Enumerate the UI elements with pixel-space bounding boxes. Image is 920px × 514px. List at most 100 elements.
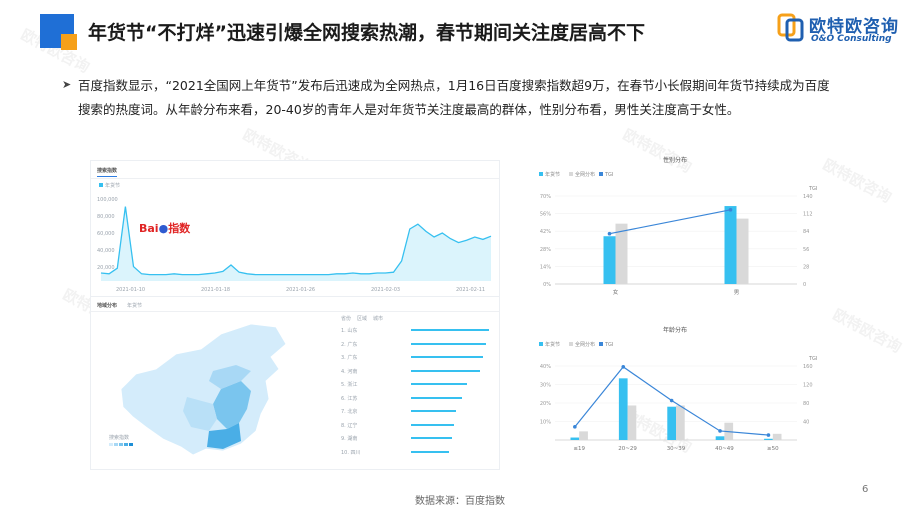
- age-bar-overall: [579, 431, 588, 440]
- region-panel: 地域分布 年货节 搜索指数 省份 区域 城市 1. 山东 2. 广东 3. 广东 4.…: [90, 296, 500, 470]
- age-y-tick: 10%: [540, 420, 551, 426]
- rank-label: 7. 北京: [341, 409, 358, 415]
- watermark: 欧特欧咨询: [819, 155, 895, 207]
- gender-y2-tick: 0: [803, 282, 806, 288]
- age-x-tick: 40~49: [715, 446, 734, 452]
- trend-legend-swatch: [99, 183, 103, 187]
- age-y-tick: 20%: [540, 401, 551, 407]
- age-bar-target: [618, 378, 628, 440]
- gender-x-tick: 女: [613, 288, 619, 296]
- age-y-tick: 30%: [540, 383, 551, 389]
- age-tgi-point: [766, 433, 771, 437]
- age-chart-panel: 年龄分布 年货节 全网分布 TGI TGI 40% 30% 20% 10% 160 120 80 40 ≤…: [525, 322, 825, 474]
- age-tgi-point: [718, 429, 722, 433]
- rank-bar: [411, 410, 457, 412]
- region-divider: [91, 311, 499, 312]
- trend-x-tick: 2021-02-03: [371, 287, 400, 293]
- age-legend-label: 年货节: [545, 341, 560, 348]
- age-tgi-point: [669, 398, 674, 403]
- rank-bar: [411, 342, 486, 345]
- age-x-tick: ≥50: [767, 446, 779, 452]
- age-x-tick: 20~29: [618, 446, 637, 452]
- map-legend-swatch: [124, 443, 128, 446]
- gender-y-tick: 0%: [543, 282, 551, 288]
- gender-y2-tick: 112: [803, 212, 813, 218]
- trend-x-tick: 2021-01-10: [116, 287, 145, 293]
- watermark: 欧特欧咨询: [829, 305, 905, 357]
- age-x-tick: ≤19: [573, 446, 585, 452]
- trend-tab-underline: [97, 176, 117, 177]
- age-tgi-point: [573, 425, 577, 429]
- rank-label: 6. 江苏: [341, 395, 358, 402]
- gender-y-tick: 28%: [540, 247, 551, 253]
- gender-y2-tick: 28: [803, 264, 809, 270]
- age-bar-target: [764, 438, 773, 440]
- trend-tab: 搜索指数: [97, 168, 118, 174]
- company-logo: 欧特欧咨询 O&O Consulting: [777, 10, 907, 46]
- gender-chart: 性别分布年货节 全网分布 TGI TGI 70% 56% 42% 28% 14% 0% 140 112…: [539, 156, 817, 296]
- gender-legend-swatch: [539, 172, 543, 176]
- trend-legend-label: 年货节: [105, 183, 121, 189]
- rank-label: 8. 辽宁: [341, 422, 358, 429]
- gender-tgi-point: [607, 231, 612, 236]
- rank-label: 1. 山东: [341, 328, 358, 334]
- trend-divider: [91, 178, 499, 179]
- gender-legend-label: TGI: [604, 172, 613, 178]
- map-legend-swatch: [119, 443, 123, 446]
- gender-legend-swatch: [599, 172, 603, 176]
- age-y2-tick: 80: [803, 401, 809, 407]
- header-orange-square: [61, 34, 77, 50]
- age-chart-title: 年龄分布: [663, 326, 687, 334]
- trend-area: [101, 206, 491, 281]
- region-tab: 地域分布: [97, 303, 118, 309]
- age-legend-swatch: [539, 342, 543, 346]
- map-legend-swatch: [129, 443, 133, 446]
- rank-label: 3. 广东: [341, 355, 358, 361]
- map-legend-swatch: [114, 443, 118, 446]
- logo-mark-icon: [777, 13, 804, 42]
- gender-y2-tick: 140: [803, 194, 813, 200]
- gender-y-tick: 70%: [540, 194, 551, 200]
- rank-label: 2. 广东: [341, 341, 358, 348]
- trend-chart: 2021-01-10 2021-01-18 2021-01-26 2021-02-03…: [100, 206, 492, 293]
- map-legend-title: 搜索指数: [109, 435, 130, 441]
- rank-header: 城市: [373, 316, 384, 322]
- age-bar-target: [667, 406, 676, 440]
- china-map-shape: [120, 323, 287, 456]
- rank-bar: [411, 369, 480, 372]
- gender-legend-swatch: [569, 172, 573, 176]
- age-bar-target: [715, 436, 725, 440]
- age-bar-overall: [627, 405, 637, 440]
- age-y-tick: 40%: [540, 364, 551, 370]
- trend-x-tick: 2021-01-26: [286, 287, 315, 293]
- age-bar-target: [570, 437, 580, 440]
- trend-x-tick: 2021-01-18: [201, 287, 230, 293]
- rank-bar: [411, 437, 452, 439]
- gender-legend-label: 全网分布: [575, 171, 595, 178]
- gender-y2-label: TGI: [808, 186, 817, 192]
- age-y2-label: TGI: [808, 356, 817, 362]
- rank-label: 5. 浙江: [341, 382, 358, 388]
- page-number: 6: [862, 484, 869, 495]
- gender-y-tick: 42%: [540, 229, 551, 235]
- gender-legend-label: 年货节: [545, 171, 560, 178]
- rank-header: 省份: [341, 316, 352, 322]
- rank-bar: [411, 383, 468, 385]
- china-map: [109, 323, 287, 456]
- age-bar-overall: [772, 433, 782, 440]
- trend-panel: 搜索指数 年货节 Bai●指数 100,000 80,000 60,000 40…: [90, 160, 500, 297]
- summary-paragraph: 百度指数显示，“2021全国网上年货节”发布后迅速成为全网热点，1月16日百度搜…: [78, 78, 830, 117]
- gender-bar-target: [724, 206, 737, 284]
- rank-bar: [411, 356, 483, 358]
- rank-label: 4. 河南: [341, 368, 358, 375]
- trend-x-ticks: 2021-01-10 2021-01-18 2021-01-26 2021-02-03…: [116, 287, 485, 293]
- region-subtab: 年货节: [127, 303, 143, 309]
- gender-x-tick: 男: [734, 289, 740, 296]
- age-legend-label: 全网分布: [575, 341, 595, 348]
- gender-chart-title: 性别分布: [663, 156, 687, 164]
- gender-y2-tick: 56: [803, 247, 809, 253]
- gender-chart-panel: 性别分布 年货节 全网分布 TGI TGI 70% 56% 42% 28% 14% 0% 140 112…: [525, 152, 825, 300]
- age-legend-label: TGI: [604, 342, 613, 348]
- age-tgi-point: [621, 365, 626, 369]
- rank-label: 9. 湖南: [341, 436, 358, 442]
